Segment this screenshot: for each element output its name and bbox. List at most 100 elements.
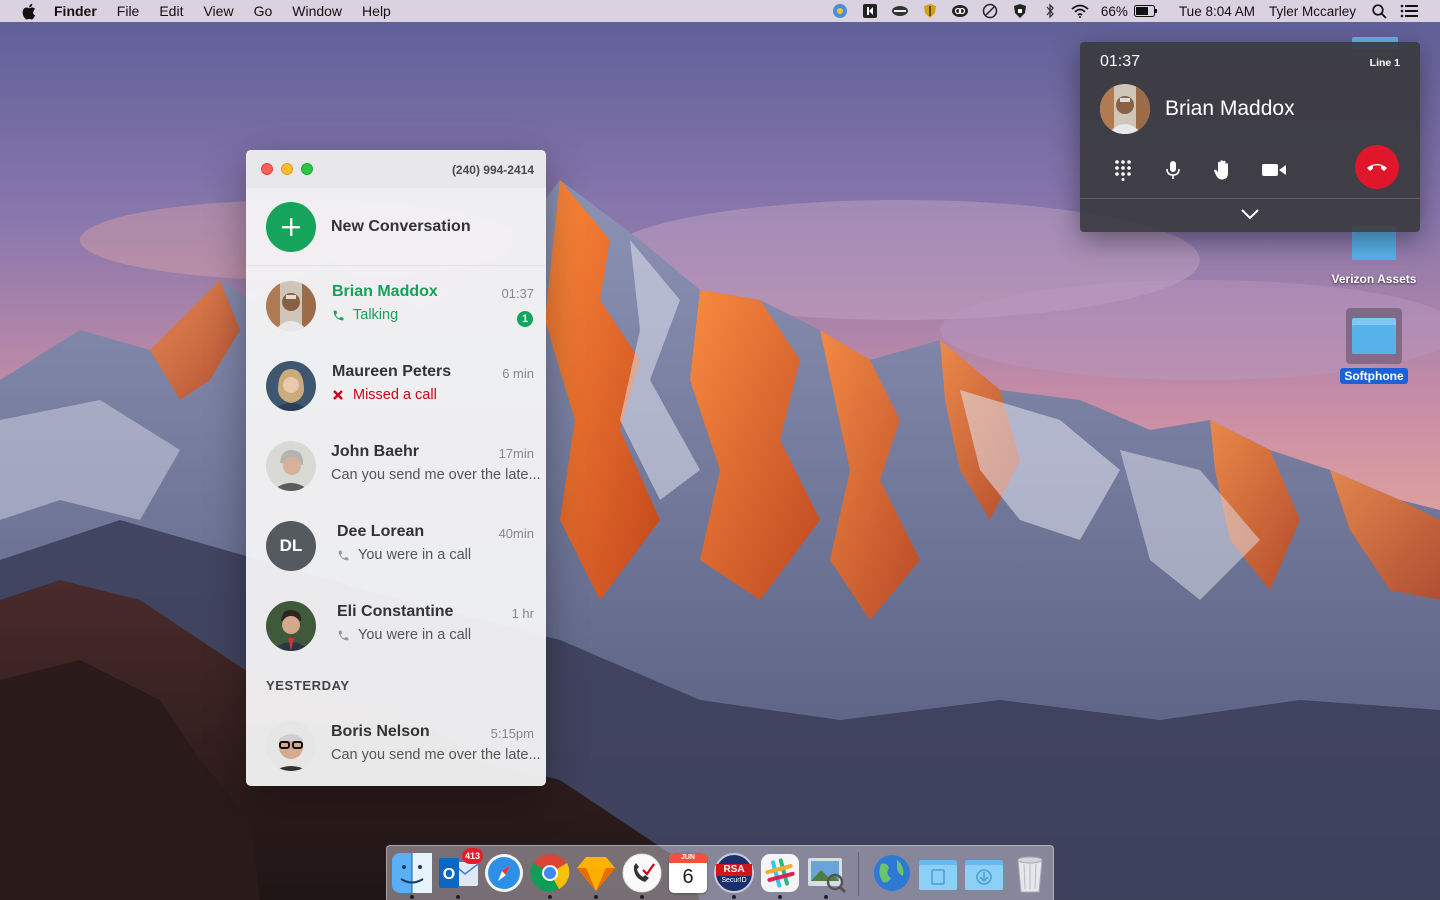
dock-network-globe-icon[interactable] — [871, 852, 913, 894]
phone-icon — [337, 548, 351, 562]
dock-outlook-icon[interactable]: O 413 — [437, 848, 483, 899]
cloud-status-icon[interactable] — [891, 3, 909, 19]
conversation-item-eli-constantine[interactable]: Eli Constantine 1 hr You were in a call — [246, 586, 546, 666]
window-titlebar[interactable]: (240) 994-2414 — [246, 150, 546, 188]
spotlight-search-icon[interactable] — [1370, 3, 1388, 19]
call-timer: 01:37 — [1100, 53, 1141, 70]
window-minimize-button[interactable] — [281, 163, 293, 175]
conversation-time: 1 hr — [511, 606, 534, 621]
video-camera-icon[interactable] — [1260, 157, 1288, 183]
hang-up-button[interactable] — [1355, 145, 1399, 189]
microphone-icon[interactable] — [1160, 157, 1186, 183]
avatar-initials: DL — [266, 521, 316, 571]
bluetooth-icon[interactable] — [1041, 3, 1059, 19]
menu-window[interactable]: Window — [292, 3, 342, 19]
conversation-status: Can you send me over the late... — [331, 747, 541, 763]
dock-slack-icon[interactable] — [759, 852, 801, 899]
menubar-clock[interactable]: Tue 8:04 AM — [1179, 4, 1255, 19]
contact-name: Brian Maddox — [332, 283, 438, 300]
dock-chrome-icon[interactable] — [529, 852, 571, 899]
caller-name: Brian Maddox — [1165, 97, 1295, 120]
section-header-yesterday: YESTERDAY — [266, 678, 350, 693]
menu-view[interactable]: View — [203, 3, 233, 19]
notification-center-icon[interactable] — [1400, 3, 1418, 19]
running-indicator — [824, 895, 828, 899]
phone-icon — [337, 628, 351, 642]
dock-safari-icon[interactable] — [483, 852, 525, 894]
active-call-panel: 01:37 Line 1 Brian Maddox — [1080, 42, 1420, 232]
dock-trash-icon[interactable] — [1009, 852, 1051, 894]
calendar-month: JUN — [669, 853, 707, 863]
dock-applications-folder-icon[interactable] — [917, 852, 959, 894]
menu-bar: Finder File Edit View Go Window Help 66%… — [0, 0, 1440, 22]
new-conversation-button[interactable]: New Conversation — [246, 188, 546, 266]
globe-status-icon[interactable] — [831, 3, 849, 19]
dock-separator — [858, 852, 859, 896]
caller-avatar — [1100, 84, 1150, 134]
desktop-icon-verizon-assets[interactable]: Verizon Assets — [1320, 226, 1428, 287]
dock-rsa-securid-icon[interactable]: RSA SecurID — [713, 852, 755, 899]
dock-finder-icon[interactable] — [391, 852, 433, 899]
creative-cloud-icon[interactable] — [951, 3, 969, 19]
conversation-status: Missed a call — [332, 387, 437, 403]
message-preview: Can you send me over the late... — [331, 467, 541, 483]
menu-app-name[interactable]: Finder — [54, 3, 97, 19]
status-text: Missed a call — [353, 387, 437, 403]
keypad-icon[interactable] — [1110, 157, 1136, 183]
menu-go[interactable]: Go — [254, 3, 273, 19]
menu-file[interactable]: File — [117, 3, 140, 19]
menu-edit[interactable]: Edit — [159, 3, 183, 19]
dock-downloads-folder-icon[interactable] — [963, 852, 1005, 894]
svg-text:O: O — [443, 866, 455, 883]
menubar-user[interactable]: Tyler Mccarley — [1269, 4, 1356, 19]
my-phone-number: (240) 994-2414 — [451, 163, 534, 177]
conversation-item-brian-maddox[interactable]: Brian Maddox 01:37 Talking 1 — [246, 266, 546, 346]
conversation-status: You were in a call — [337, 547, 471, 563]
avatar — [266, 281, 316, 331]
security-status-icon[interactable] — [1011, 3, 1029, 19]
window-zoom-button[interactable] — [301, 163, 313, 175]
avatar — [266, 601, 316, 651]
contact-name: Boris Nelson — [331, 723, 430, 740]
dock-calendar-icon[interactable]: JUN 6 — [667, 852, 709, 894]
rsa-sublabel: SecurID — [721, 877, 747, 884]
conversation-time: 6 min — [502, 366, 534, 381]
conversation-item-dee-lorean[interactable]: DL Dee Lorean 40min You were in a call — [246, 506, 546, 586]
plus-icon — [266, 201, 316, 252]
missed-call-x-icon — [332, 388, 346, 402]
window-close-button[interactable] — [261, 163, 273, 175]
desktop-icon-softphone[interactable]: Softphone — [1330, 308, 1418, 385]
running-indicator — [548, 895, 552, 899]
dock-preview-icon[interactable] — [805, 852, 847, 899]
wifi-icon[interactable] — [1071, 3, 1089, 19]
do-not-disturb-icon[interactable] — [981, 3, 999, 19]
conversation-time: 5:15pm — [490, 726, 534, 741]
status-text: You were in a call — [358, 547, 472, 563]
conversation-item-maureen-peters[interactable]: Maureen Peters 6 min Missed a call — [246, 346, 546, 426]
battery-percent: 66% — [1100, 3, 1128, 19]
conversation-item-john-baehr[interactable]: John Baehr 17min Can you send me over th… — [246, 426, 546, 506]
hold-hand-icon[interactable] — [1210, 157, 1236, 183]
conversation-status: Talking — [332, 307, 398, 323]
desktop-icon-label: Verizon Assets — [1331, 272, 1417, 286]
running-indicator — [778, 895, 782, 899]
folder-icon — [1352, 318, 1396, 354]
unread-count-badge: 413 — [461, 848, 483, 864]
call-line-label[interactable]: Line 1 — [1370, 57, 1400, 69]
dock-softphone-icon[interactable] — [621, 852, 663, 899]
contact-name: Maureen Peters — [332, 363, 452, 380]
contact-name: Dee Lorean — [337, 523, 425, 540]
battery-icon[interactable] — [1133, 3, 1159, 19]
avatar — [266, 361, 316, 411]
running-indicator — [594, 895, 598, 899]
chevron-down-icon[interactable] — [1240, 206, 1260, 222]
menu-help[interactable]: Help — [362, 3, 391, 19]
conversation-item-boris-nelson[interactable]: Boris Nelson 5:15pm Can you send me over… — [246, 706, 546, 786]
call-panel-divider — [1080, 198, 1420, 199]
shield-status-icon[interactable] — [921, 3, 939, 19]
dock-sketch-icon[interactable] — [575, 852, 617, 899]
avatar — [266, 441, 316, 491]
apple-menu-icon[interactable] — [19, 2, 37, 20]
conversation-status: You were in a call — [337, 627, 471, 643]
app-status-icon[interactable] — [861, 3, 879, 19]
